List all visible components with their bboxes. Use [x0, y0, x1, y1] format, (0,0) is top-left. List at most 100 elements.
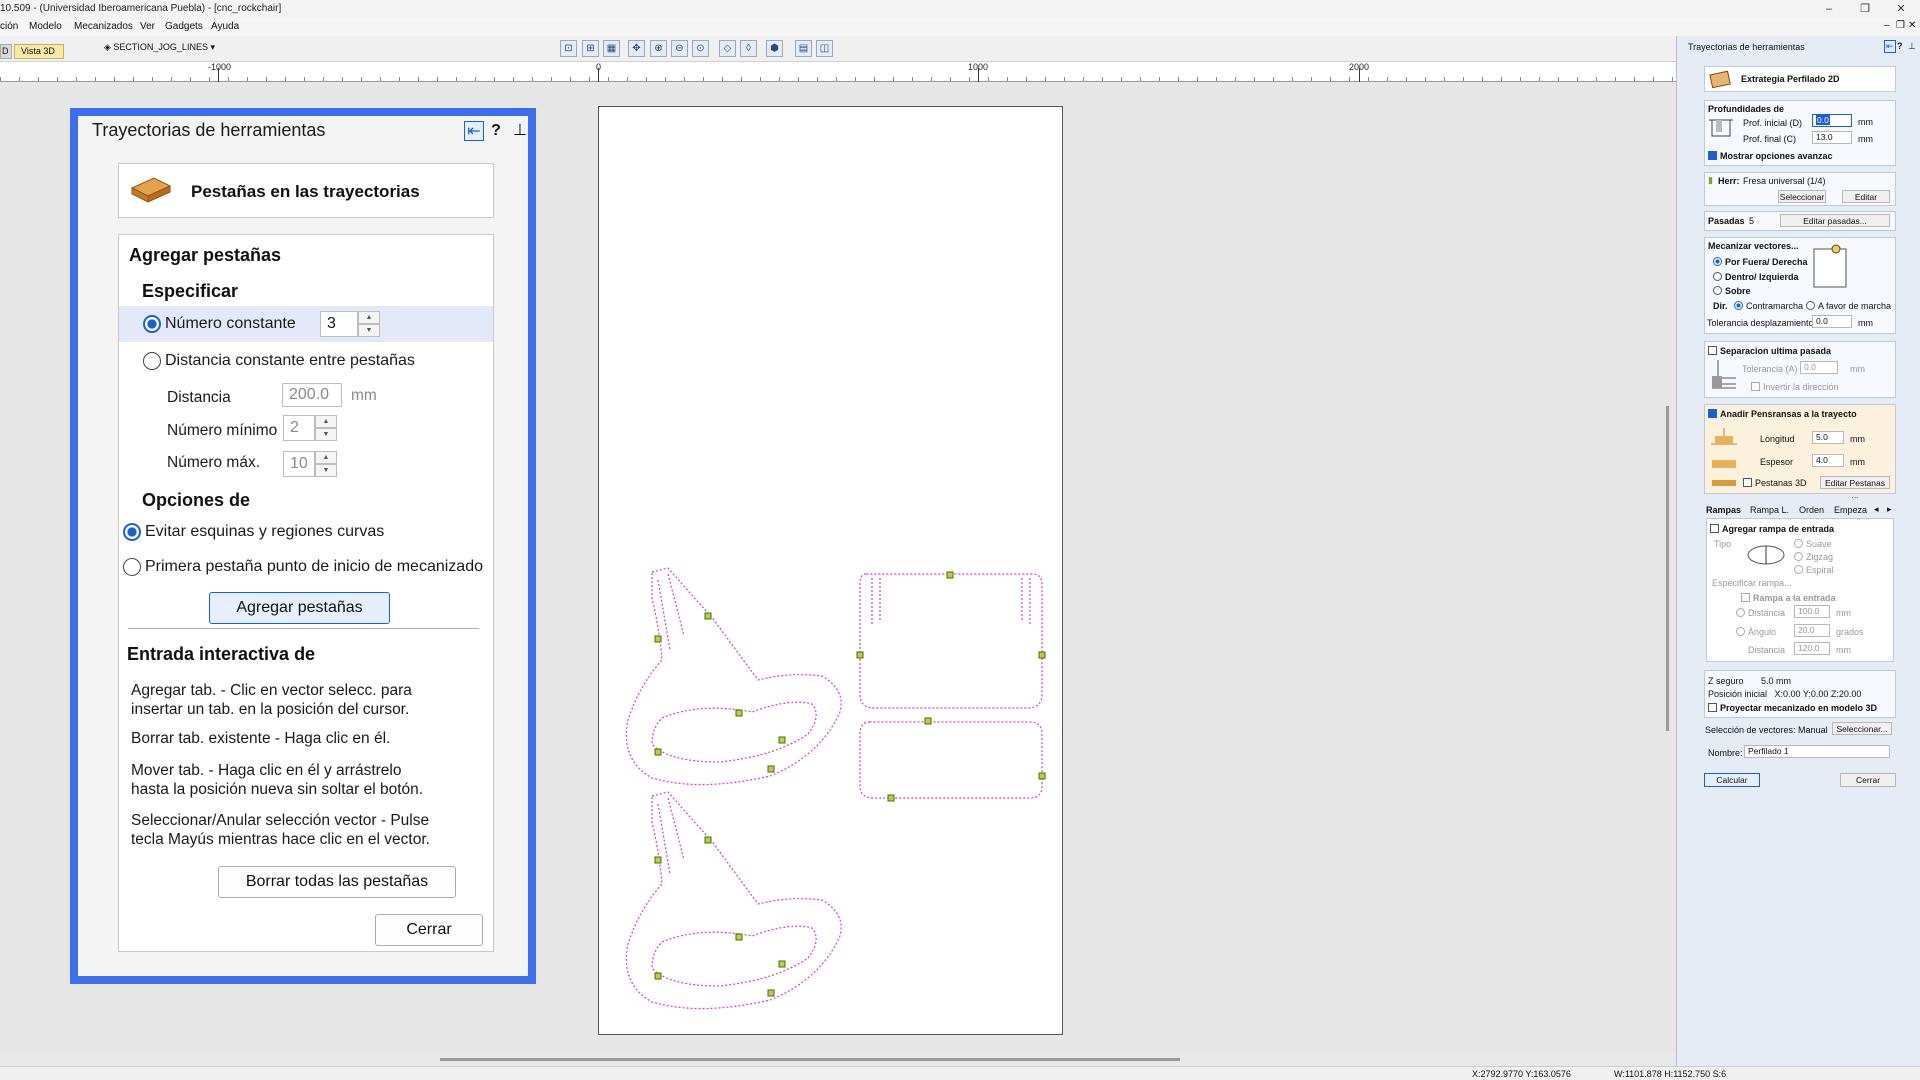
start-depth-input[interactable]: 0.0	[1812, 114, 1852, 127]
inside-radio[interactable]	[1713, 272, 1722, 281]
help-icon[interactable]: ?	[486, 121, 506, 141]
ramp-angle-radio[interactable]	[1736, 627, 1745, 636]
inside-label: Dentro/ Izquierda	[1725, 272, 1799, 282]
pin-icon[interactable]: ⊥	[510, 121, 530, 141]
ramp-entry-checkbox[interactable]	[1741, 593, 1750, 602]
outside-radio[interactable]	[1713, 257, 1722, 266]
climb-label: Contramarcha	[1746, 301, 1804, 311]
invert-direction-label: Invertir la dirección	[1763, 382, 1839, 392]
on-radio[interactable]	[1713, 286, 1722, 295]
subtab-start[interactable]: Empeza	[1834, 505, 1867, 515]
project-3d-checkbox[interactable]	[1708, 703, 1717, 712]
add-tabs-button[interactable]: Agregar pestañas	[209, 592, 390, 624]
invert-direction-checkbox[interactable]	[1751, 382, 1760, 391]
edit-tool-button[interactable]: Editar	[1842, 190, 1890, 203]
constant-number-radio[interactable]	[143, 315, 161, 333]
tab-scroll-left-icon[interactable]: ◂	[1874, 504, 1879, 515]
passes-value: 5	[1749, 216, 1755, 226]
specify-ramp-label: Especificar rampa...	[1712, 578, 1792, 588]
edit-passes-button[interactable]: Editar pasadas...	[1780, 214, 1890, 227]
ramp-distance-radio[interactable]	[1736, 608, 1745, 617]
tab-marker	[654, 635, 662, 643]
climb-radio[interactable]	[1734, 301, 1743, 310]
divider	[128, 628, 479, 629]
help-select-vector: Seleccionar/Anular selección vector - Pu…	[131, 812, 430, 848]
status-bar: X:2792.9770 Y:163.0576 W:1101.878 H:1152…	[0, 1066, 1920, 1080]
spin-up-icon[interactable]: ▲	[315, 415, 337, 428]
interactive-heading: Entrada interactiva de	[127, 644, 316, 664]
max-number-input[interactable]: 10	[283, 451, 315, 477]
spin-down-icon[interactable]: ▼	[358, 324, 380, 337]
tolerance-a-input[interactable]: 0.0	[1800, 361, 1838, 374]
subtab-order[interactable]: Orden	[1799, 505, 1824, 515]
tab-marker	[735, 709, 743, 717]
on-label: Sobre	[1725, 286, 1751, 296]
subtab-ramps[interactable]: Rampas	[1706, 505, 1741, 515]
tool-name: Fresa universal (1/4)	[1743, 176, 1826, 186]
first-tab-start-radio[interactable]	[123, 558, 141, 576]
panel-close-button[interactable]: Cerrar	[1840, 773, 1896, 787]
toolpath-back-panel	[859, 721, 1043, 799]
spin-up-icon[interactable]: ▲	[315, 451, 337, 464]
ramp-type-icon	[1747, 545, 1785, 565]
horizontal-scrollbar[interactable]	[440, 1058, 1180, 1061]
add-tabs-checkbox[interactable]	[1708, 409, 1717, 418]
tabs3d-label: Pestanas 3D	[1755, 478, 1807, 488]
toolpath-slot-lower	[657, 797, 685, 875]
help-icon[interactable]: ?	[1897, 41, 1903, 51]
end-depth-label: Prof. final (C)	[1743, 134, 1797, 144]
edit-tabs-button[interactable]: Editar Pestanas ...	[1820, 476, 1890, 500]
distance-label: Distancia	[167, 389, 231, 406]
max-number-label: Número máx.	[167, 454, 261, 471]
select-vectors-button[interactable]: Seleccionar...	[1832, 722, 1892, 735]
add-ramp-checkbox[interactable]	[1710, 524, 1719, 533]
constant-number-input[interactable]: 3	[320, 311, 358, 337]
tool-label: Herr:	[1718, 176, 1740, 186]
ramp-distance2-input[interactable]: 120.0	[1794, 642, 1830, 655]
spin-down-icon[interactable]: ▼	[315, 428, 337, 441]
spin-up-icon[interactable]: ▲	[358, 311, 380, 324]
smooth-radio[interactable]	[1794, 539, 1803, 548]
tab-scroll-right-icon[interactable]: ▸	[1887, 504, 1892, 515]
spin-down-icon[interactable]: ▼	[315, 464, 337, 477]
dock-icon[interactable]: ⇤	[1884, 40, 1896, 53]
zigzag-radio[interactable]	[1794, 552, 1803, 561]
subtab-ramp-lead[interactable]: Rampa L.	[1750, 505, 1789, 515]
separation-checkbox[interactable]	[1708, 346, 1717, 355]
tab-thickness-label: Espesor	[1760, 457, 1794, 467]
tab-thickness-unit: mm	[1850, 457, 1865, 467]
tab-length-unit: mm	[1850, 434, 1865, 444]
offset-tolerance-input[interactable]: 0.0	[1812, 315, 1852, 328]
conventional-radio[interactable]	[1806, 301, 1815, 310]
vertical-scrollbar[interactable]	[1666, 406, 1669, 731]
show-advanced-checkbox[interactable]	[1708, 151, 1717, 160]
tab-marker	[735, 933, 743, 941]
pin-icon[interactable]: ⊥	[1908, 41, 1916, 52]
project-3d-label: Proyectar mecanizado en modelo 3D	[1720, 703, 1878, 713]
toolpath-name-input[interactable]: Perfilado 1	[1744, 745, 1890, 758]
tab-marker	[1038, 772, 1046, 780]
ramp-angle-input[interactable]: 20.0	[1794, 624, 1830, 637]
tabs3d-checkbox[interactable]	[1743, 478, 1752, 487]
ramp-distance-input[interactable]: 100.0	[1794, 605, 1830, 618]
toolpath-seat-slots	[871, 578, 1031, 624]
ramp-type-label: Tipo	[1714, 539, 1732, 549]
tab-marker	[887, 794, 895, 802]
delete-all-tabs-button[interactable]: Borrar todas las pestañas	[218, 866, 456, 898]
min-number-input[interactable]: 2	[283, 415, 315, 441]
tab-thickness-input[interactable]: 4.0	[1812, 454, 1844, 467]
calculate-button[interactable]: Calcular	[1704, 773, 1760, 787]
dock-icon[interactable]: ⇤	[464, 121, 484, 141]
toolpath-rocker-lower-inner	[651, 925, 817, 987]
end-depth-input[interactable]: 13.0	[1812, 131, 1852, 144]
tab-length-input[interactable]: 5.0	[1812, 431, 1844, 444]
distance-input[interactable]: 200.0	[282, 383, 342, 407]
avoid-corners-radio[interactable]	[123, 523, 141, 541]
dialog-close-button[interactable]: Cerrar	[375, 914, 483, 946]
constant-distance-radio[interactable]	[143, 352, 161, 370]
select-tool-button[interactable]: Seleccionar	[1778, 190, 1826, 203]
zigzag-label: Zigzag	[1806, 552, 1834, 562]
spiral-radio[interactable]	[1794, 565, 1803, 574]
tabs-dimension-icon	[1711, 428, 1737, 486]
direction-label: Dir.	[1713, 301, 1728, 311]
